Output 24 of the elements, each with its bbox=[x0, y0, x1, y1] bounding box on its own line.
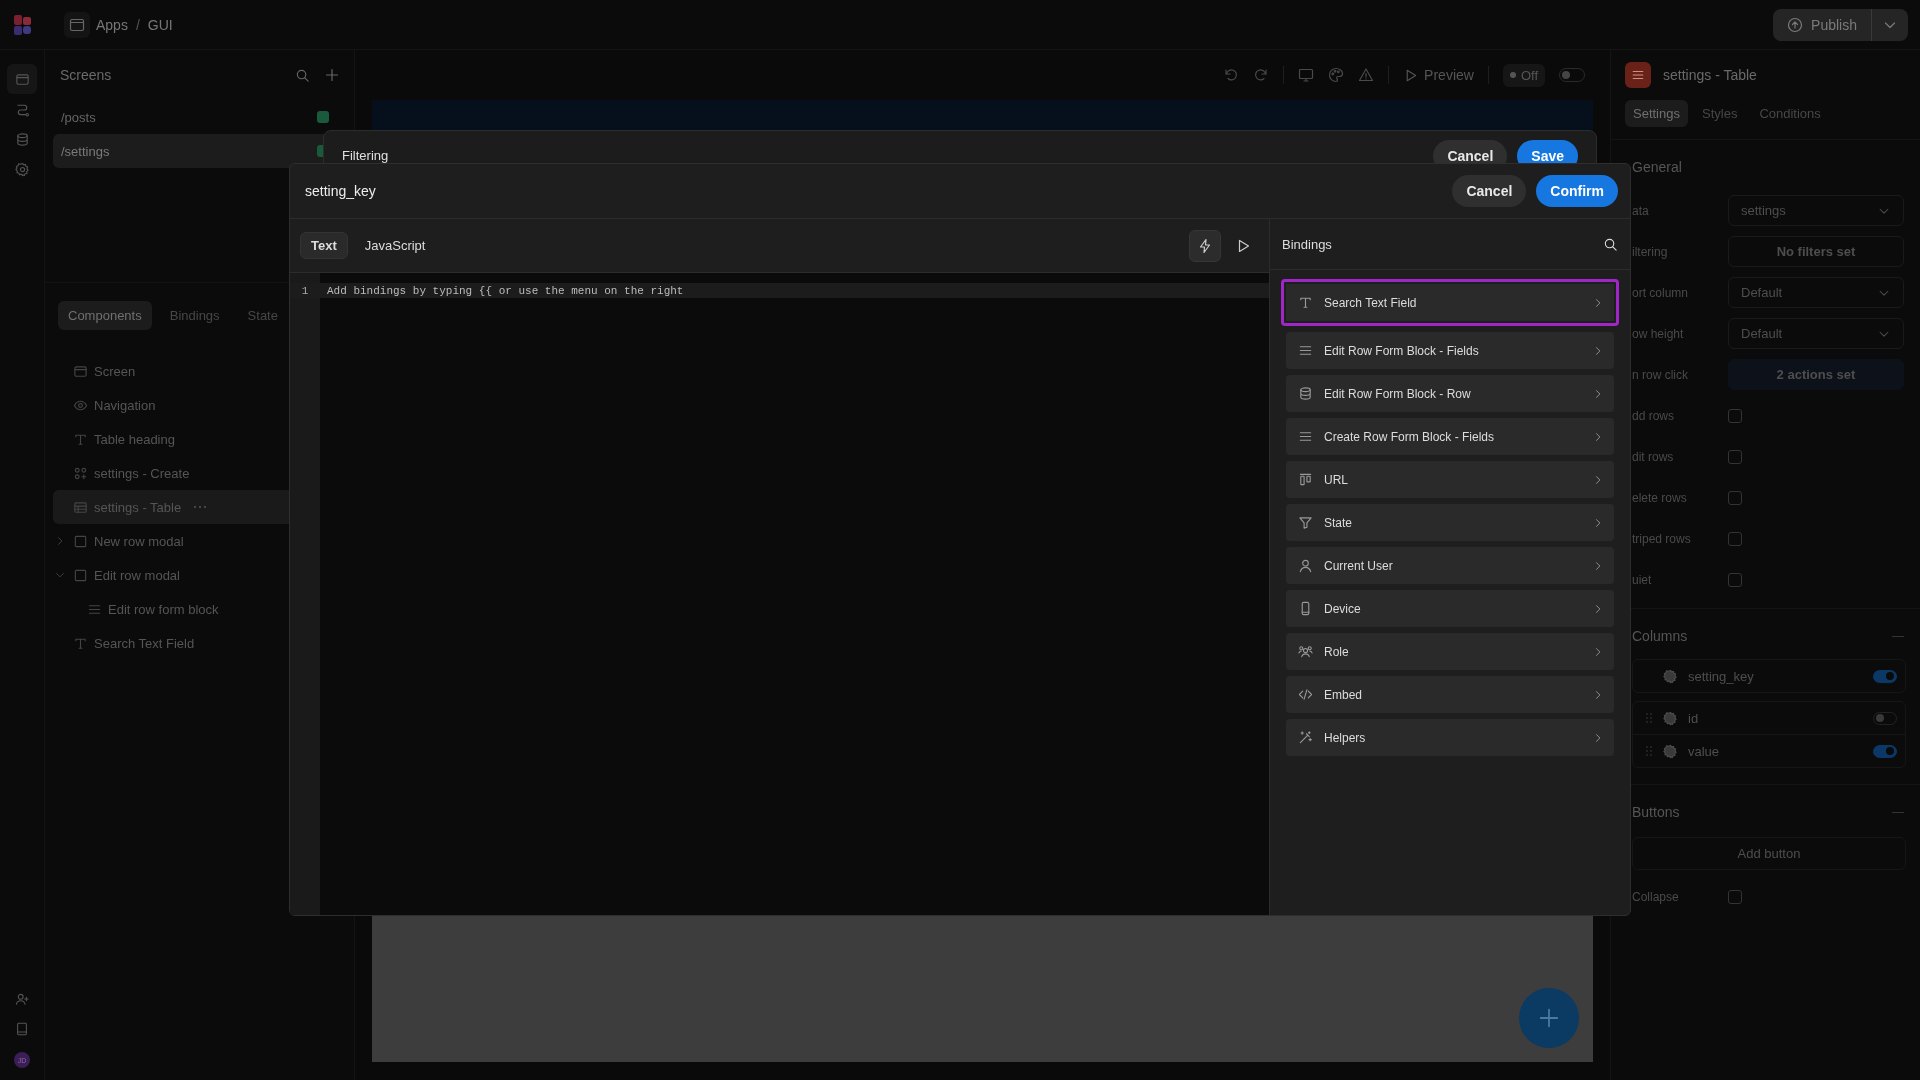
code-line: Add bindings by typing {{ or use the menu on the right bbox=[326, 284, 684, 297]
property-label: dit rows bbox=[1632, 449, 1675, 464]
section-heading: Buttons bbox=[1632, 804, 1681, 820]
property-label: dd rows bbox=[1632, 408, 1676, 423]
breadcrumb-separator: / bbox=[135, 16, 140, 33]
column-name: value bbox=[1688, 743, 1721, 759]
dialog-title: setting_key bbox=[305, 183, 377, 199]
component-title: settings - Table bbox=[1663, 67, 1757, 83]
property-label: iltering bbox=[1632, 244, 1669, 259]
property-label: ort column bbox=[1632, 285, 1690, 300]
property-label: n row click bbox=[1632, 367, 1689, 382]
property-label: ow height bbox=[1632, 326, 1685, 341]
property-label: uiet bbox=[1632, 572, 1653, 587]
property-label: Collapse bbox=[1632, 889, 1680, 904]
line-number: 1 bbox=[300, 284, 310, 297]
column-name: setting_key bbox=[1688, 668, 1755, 684]
column-name: id bbox=[1688, 710, 1700, 726]
property-label: ata bbox=[1632, 203, 1650, 218]
property-label: triped rows bbox=[1632, 531, 1692, 546]
section-heading: Columns bbox=[1632, 628, 1689, 644]
section-heading: General bbox=[1632, 159, 1683, 175]
property-label: elete rows bbox=[1632, 490, 1688, 505]
panel-title: Screens bbox=[60, 67, 113, 83]
panel-title: Bindings bbox=[1282, 236, 1332, 252]
